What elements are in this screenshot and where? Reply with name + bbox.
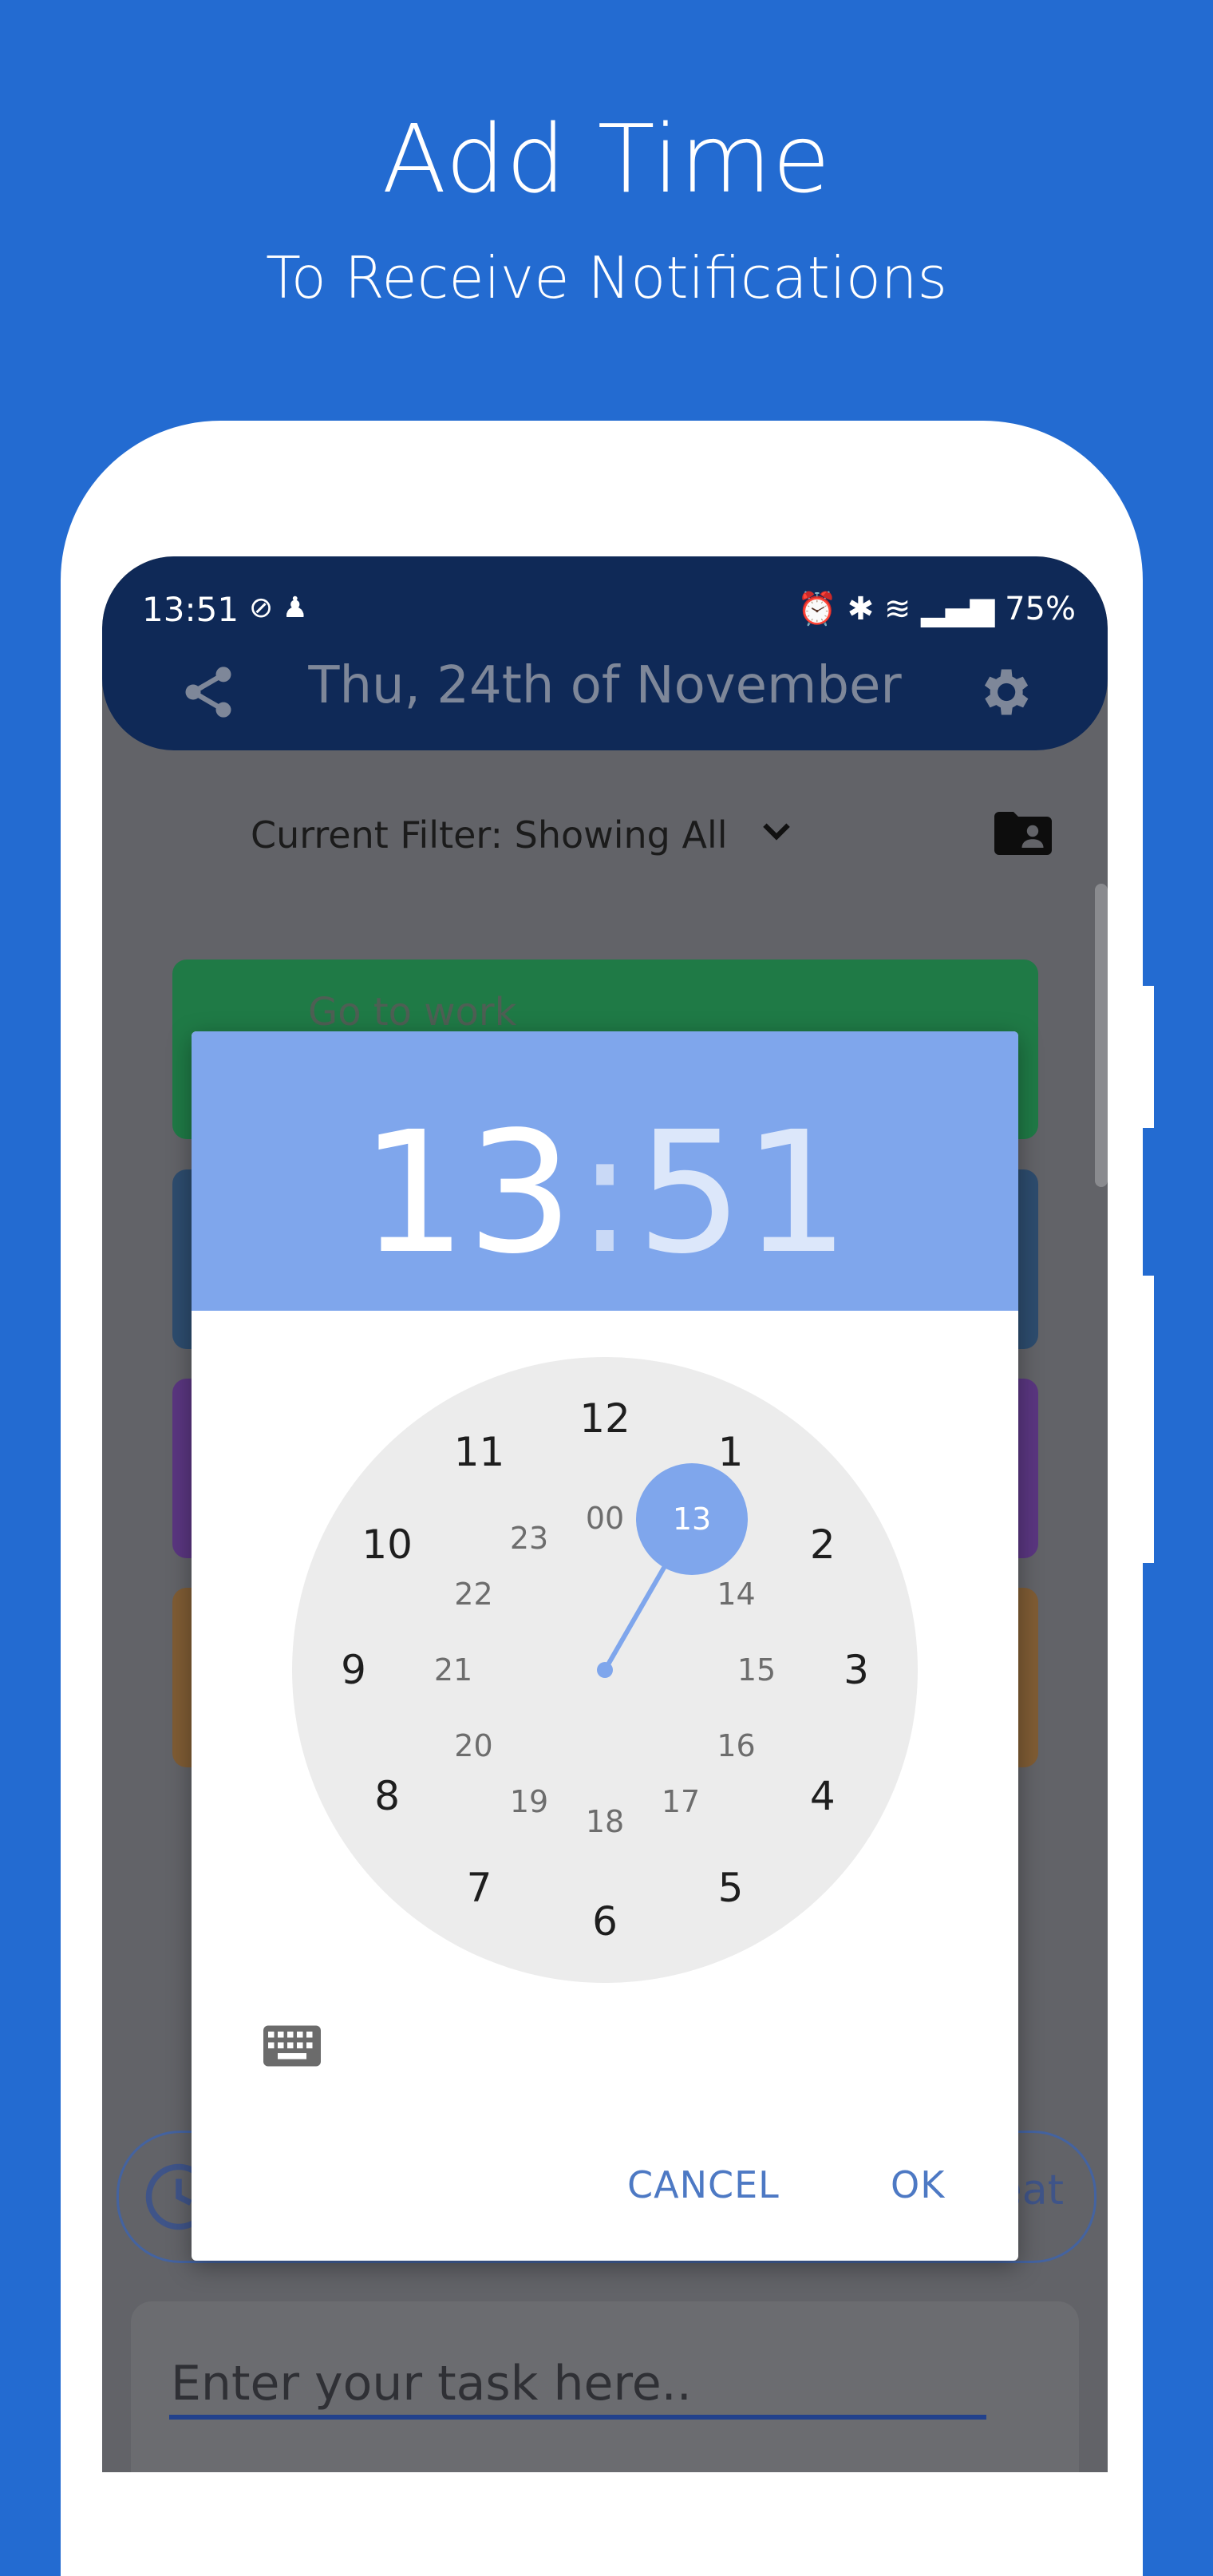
hour-option[interactable]: 19 (501, 1778, 557, 1826)
chevron-down-icon[interactable] (757, 812, 796, 852)
status-battery: ⏰ ✱ ≋ ▂▄▆ 75% (797, 591, 1076, 627)
gear-icon[interactable] (974, 662, 1034, 722)
device-side-button (1133, 1276, 1154, 1563)
hour-option[interactable]: 17 (653, 1778, 709, 1826)
task-input[interactable] (169, 2352, 986, 2420)
app-bar: 13:51 ⊘ ♟ ⏰ ✱ ≋ ▂▄▆ 75% Thu, 24th of Nov… (102, 556, 1108, 750)
promo-title: Add Time (381, 104, 832, 214)
hour-display[interactable]: 13 (360, 1095, 573, 1291)
time-display: 13:51 (192, 1095, 1018, 1291)
hour-option[interactable]: 7 (452, 1864, 508, 1912)
hour-option[interactable]: 11 (452, 1428, 508, 1476)
date-title: Thu, 24th of November (308, 656, 902, 715)
hour-option[interactable]: 21 (425, 1646, 481, 1694)
device-side-button (1133, 986, 1154, 1128)
ok-button[interactable]: OK (891, 2163, 945, 2206)
folder-user-icon[interactable] (992, 809, 1054, 858)
clock-center (597, 1662, 613, 1678)
cancel-button[interactable]: CANCEL (627, 2163, 780, 2206)
hour-option[interactable]: 22 (445, 1570, 501, 1618)
hour-option[interactable]: 1 (703, 1428, 759, 1476)
hour-option[interactable]: 15 (729, 1646, 784, 1694)
filter-label[interactable]: Current Filter: Showing All (251, 813, 728, 857)
hour-option[interactable]: 6 (577, 1897, 633, 1945)
hour-option[interactable]: 14 (709, 1570, 765, 1618)
time-separator: : (576, 1095, 634, 1291)
hour-option[interactable]: 23 (501, 1514, 557, 1562)
promo-subtitle: To Receive Notifications (265, 244, 948, 311)
status-notification-icons: ⊘ ♟ (249, 592, 308, 624)
hour-option[interactable]: 2 (795, 1521, 851, 1569)
hour-option[interactable]: 16 (709, 1722, 765, 1770)
keyboard-icon[interactable] (263, 2025, 321, 2067)
hour-option[interactable]: 3 (828, 1646, 884, 1694)
clock-face[interactable]: 12 1 2 3 4 5 6 7 8 9 10 11 00 13 14 15 16 17 18 19 20 21 22 23 (292, 1357, 918, 1983)
selected-hour-label[interactable]: 13 (664, 1495, 720, 1543)
hour-option[interactable]: 00 (577, 1494, 633, 1542)
hour-option[interactable]: 18 (577, 1798, 633, 1846)
hour-option[interactable]: 10 (359, 1521, 415, 1569)
battery-percent: 75% (1005, 591, 1076, 627)
hour-option[interactable]: 5 (703, 1864, 759, 1912)
hour-option[interactable]: 9 (326, 1646, 381, 1694)
hour-option[interactable]: 4 (795, 1772, 851, 1820)
scrollbar[interactable] (1095, 884, 1108, 1187)
time-picker-header: 13:51 (192, 1031, 1018, 1311)
time-picker-dialog: 13:51 12 1 2 3 4 5 6 7 8 9 10 11 00 13 14 15 16 17 18 19 20 2… (192, 1031, 1018, 2261)
hour-option[interactable]: 12 (577, 1395, 633, 1442)
hour-option[interactable]: 20 (445, 1722, 501, 1770)
status-time: 13:51 (142, 590, 239, 629)
task-label: Go to work (308, 990, 517, 1035)
minute-display[interactable]: 51 (636, 1095, 849, 1291)
hour-option[interactable]: 8 (359, 1772, 415, 1820)
